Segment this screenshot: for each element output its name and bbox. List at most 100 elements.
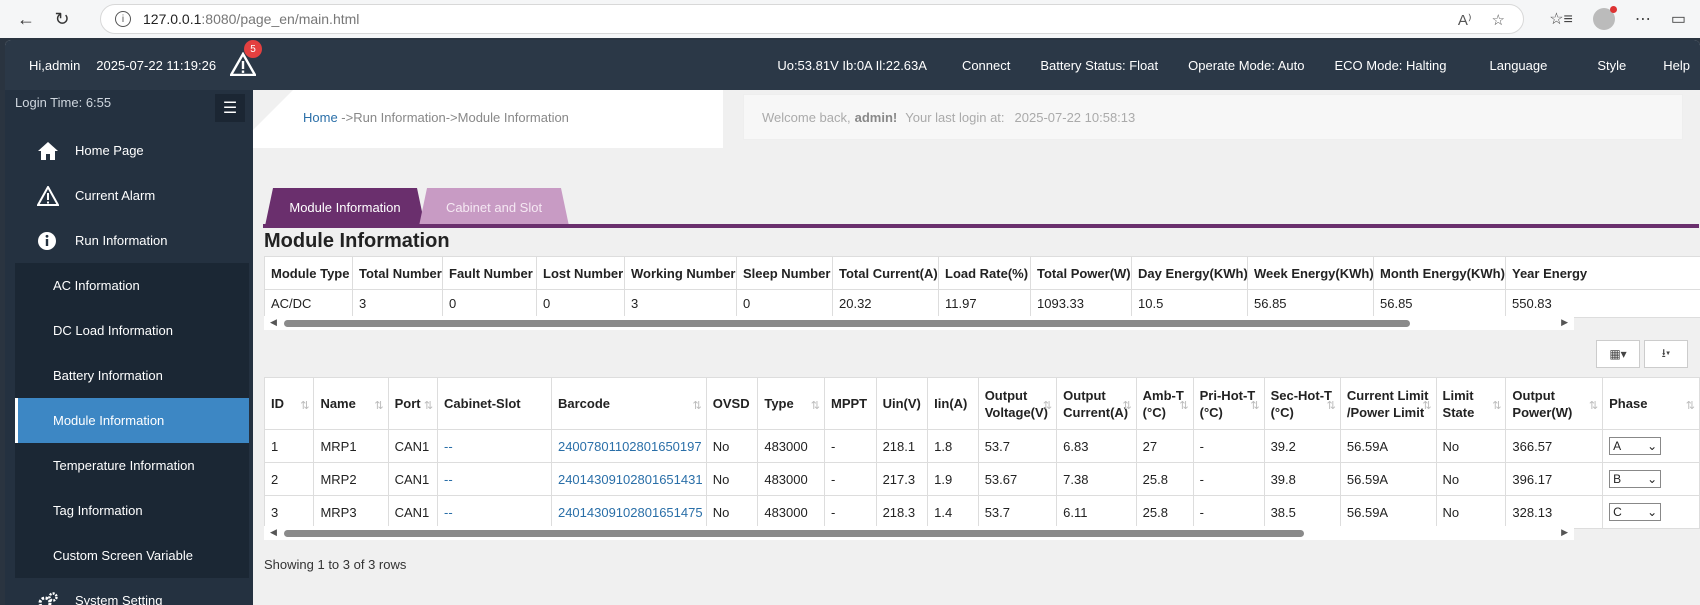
connect-button[interactable]: Connect xyxy=(947,58,1025,73)
sidebar-item-custom-screen-variable[interactable]: Custom Screen Variable xyxy=(15,533,249,578)
summary-cell: 11.97 xyxy=(938,289,1031,318)
sidebar-item-dc-load-information[interactable]: DC Load Information xyxy=(15,308,249,353)
table-cell: 6.83 xyxy=(1056,429,1137,463)
tab-module-information[interactable]: Module Information xyxy=(265,188,425,226)
summary-cell: 550.83 xyxy=(1505,289,1700,318)
module-header-cell[interactable]: Uin(V) xyxy=(875,377,929,430)
summary-header-cell: Total Current(A) xyxy=(832,256,939,290)
scroll-right-icon[interactable]: ▶ xyxy=(1561,527,1568,538)
sidebar-item-ac-information[interactable]: AC Information xyxy=(15,263,249,308)
summary-cell: 20.32 xyxy=(832,289,939,318)
summary-header-cell: Module Type xyxy=(264,256,353,290)
export-button[interactable]: ⭳▾ xyxy=(1644,340,1688,368)
barcode-link[interactable]: 24007801102801650197 xyxy=(558,439,702,454)
module-header-cell[interactable]: Port xyxy=(387,377,439,430)
table-cell: 53.7 xyxy=(977,495,1058,529)
summary-horizontal-scrollbar[interactable]: ◀ ▶ xyxy=(264,316,1574,330)
table-cell: -- xyxy=(437,462,552,496)
module-header-cell[interactable]: Current Limit /Power Limit xyxy=(1339,377,1437,430)
table-cell: - xyxy=(1192,495,1265,529)
summary-header-cell: Sleep Number xyxy=(736,256,833,290)
module-header-cell[interactable]: Output Power(W) xyxy=(1505,377,1604,430)
barcode-link[interactable]: 24014309102801651431 xyxy=(558,472,703,487)
tab-cabinet-and-slot[interactable]: Cabinet and Slot xyxy=(419,188,569,226)
table-cell: 24007801102801650197 xyxy=(550,429,707,463)
address-bar[interactable]: i 127.0.0.1:8080/page_en/main.html A⁾ ☆ xyxy=(100,4,1524,34)
section-title: Module Information xyxy=(264,230,450,252)
module-header-cell[interactable]: Iin(A) xyxy=(927,377,979,430)
read-aloud-icon[interactable]: A⁾ xyxy=(1458,11,1472,29)
barcode-link[interactable]: 24014309102801651475 xyxy=(558,505,703,520)
module-header-cell[interactable]: Cabinet-Slot xyxy=(437,377,552,430)
phase-select[interactable]: A ⌄ xyxy=(1609,437,1662,455)
module-header-cell[interactable]: Output Current(A) xyxy=(1056,377,1137,430)
welcome-message: Welcome back, admin! Your last login at:… xyxy=(743,94,1683,140)
favorite-star-icon[interactable]: ☆ xyxy=(1492,11,1505,29)
sidebar-item-temperature-information[interactable]: Temperature Information xyxy=(15,443,249,488)
module-header-cell[interactable]: MPPT xyxy=(823,377,877,430)
module-header-cell[interactable]: Barcode xyxy=(550,377,707,430)
module-header-cell[interactable]: Output Voltage(V) xyxy=(977,377,1058,430)
breadcrumb-home-link[interactable]: Home xyxy=(303,110,338,125)
battery-status[interactable]: Battery Status: Float xyxy=(1025,58,1173,73)
module-header-cell[interactable]: Amb-T (°C) xyxy=(1135,377,1194,430)
sidebar-item-module-information[interactable]: Module Information xyxy=(15,398,249,443)
sidebar-item-battery-information[interactable]: Battery Information xyxy=(15,353,249,398)
menu-toggle-icon[interactable]: ☰ xyxy=(215,94,245,122)
profile-avatar[interactable] xyxy=(1592,6,1617,30)
alarm-button[interactable]: 5 xyxy=(228,40,263,78)
export-icon: ⭳▾ xyxy=(1661,345,1671,360)
scrollbar-thumb[interactable] xyxy=(284,320,1410,327)
column-toggle-button[interactable]: ▦▾ xyxy=(1596,340,1640,368)
sidebar-item-current-alarm[interactable]: Current Alarm xyxy=(15,173,249,218)
module-header-cell[interactable]: OVSD xyxy=(705,377,759,430)
style-menu[interactable]: Style xyxy=(1575,58,1648,73)
cabinet-slot-link[interactable]: -- xyxy=(444,472,453,487)
scroll-left-icon[interactable]: ◀ xyxy=(270,527,277,538)
table-cell: No xyxy=(1435,462,1507,496)
sidebar-item-system-setting[interactable]: System Setting xyxy=(15,578,249,605)
eco-mode[interactable]: ECO Mode: Halting xyxy=(1320,58,1462,73)
scrollbar-thumb[interactable] xyxy=(284,530,1304,537)
chevron-down-icon: ⌄ xyxy=(1647,505,1658,519)
phase-select[interactable]: C ⌄ xyxy=(1609,503,1662,521)
site-info-icon[interactable]: i xyxy=(115,11,131,27)
operate-mode[interactable]: Operate Mode: Auto xyxy=(1173,58,1319,73)
module-header-cell[interactable]: Type xyxy=(757,377,825,430)
sidebar-item-home[interactable]: Home Page xyxy=(15,128,249,173)
reload-icon[interactable]: ↻ xyxy=(44,0,80,38)
module-header-cell[interactable]: Sec-Hot-T (°C) xyxy=(1263,377,1341,430)
module-header-cell[interactable]: Limit State xyxy=(1435,377,1507,430)
alarm-count-badge: 5 xyxy=(244,40,263,58)
back-icon[interactable]: ← xyxy=(8,0,44,38)
language-menu[interactable]: Language xyxy=(1462,58,1576,73)
modules-horizontal-scrollbar[interactable]: ◀ ▶ xyxy=(264,526,1574,540)
module-header-cell[interactable]: ID xyxy=(263,377,315,430)
help-menu[interactable]: Help xyxy=(1648,58,1700,73)
table-cell: - xyxy=(1192,429,1265,463)
last-login-time: 2025-07-22 10:58:13 xyxy=(1014,109,1136,125)
warning-icon xyxy=(37,185,75,206)
module-header-cell[interactable]: Name xyxy=(313,377,389,430)
sidebar-toggle-icon[interactable]: ▭ xyxy=(1671,9,1686,29)
favorites-icon[interactable]: ☆≡ xyxy=(1549,9,1573,29)
table-cell: 39.8 xyxy=(1263,462,1341,496)
summary-header-cell: Month Energy(KWh) xyxy=(1373,256,1506,290)
summary-cell: 10.5 xyxy=(1131,289,1248,318)
summary-cell: 3 xyxy=(624,289,737,318)
phase-select[interactable]: B ⌄ xyxy=(1609,470,1662,488)
sidebar-item-tag-information[interactable]: Tag Information xyxy=(15,488,249,533)
cabinet-slot-link[interactable]: -- xyxy=(444,439,453,454)
table-cell: 1.4 xyxy=(927,495,979,529)
table-cell: 56.59A xyxy=(1339,462,1437,496)
cabinet-slot-link[interactable]: -- xyxy=(444,505,453,520)
more-icon[interactable]: ⋯ xyxy=(1635,9,1651,29)
sidebar-item-run-information[interactable]: Run Information xyxy=(15,218,249,263)
scroll-left-icon[interactable]: ◀ xyxy=(270,317,277,328)
module-header-cell[interactable]: Phase xyxy=(1602,377,1700,430)
summary-header-cell: Year Energy xyxy=(1505,256,1700,290)
grid-icon: ▦▾ xyxy=(1609,347,1627,361)
welcome-user: admin! xyxy=(854,109,898,125)
module-header-cell[interactable]: Pri-Hot-T (°C) xyxy=(1192,377,1265,430)
scroll-right-icon[interactable]: ▶ xyxy=(1561,317,1568,328)
